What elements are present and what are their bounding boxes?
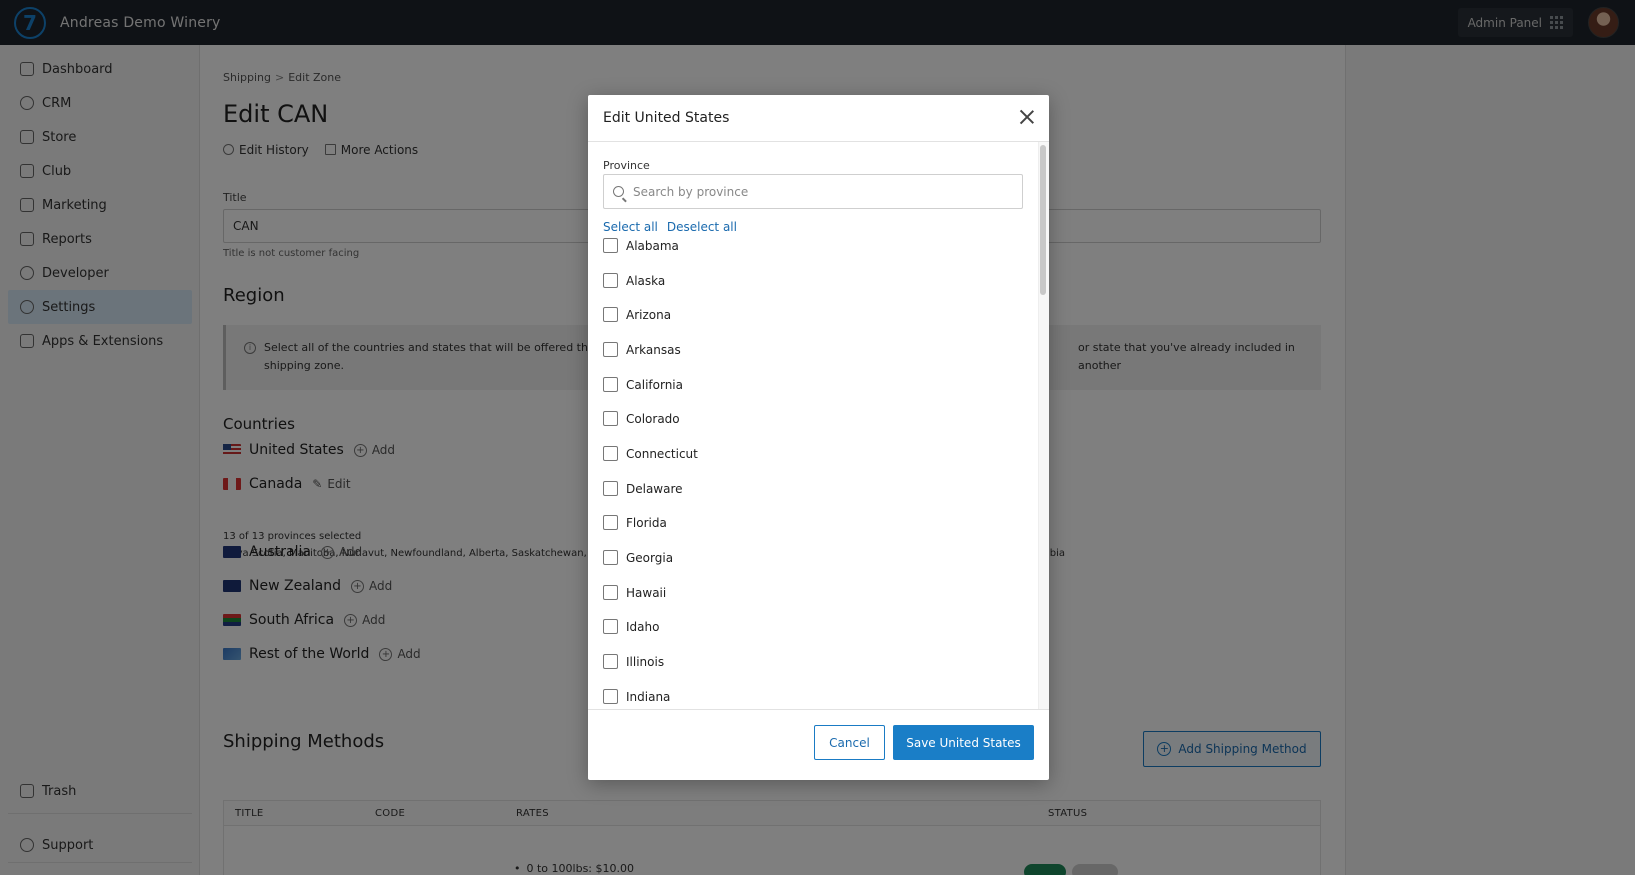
- province-label: Delaware: [626, 481, 683, 496]
- province-label: Alabama: [626, 238, 679, 253]
- checkbox[interactable]: [603, 550, 618, 565]
- checkbox[interactable]: [603, 654, 618, 669]
- edit-country-modal: Edit United States Province Select all D…: [588, 95, 1049, 780]
- modal-body: Province Select all Deselect all Alabama…: [588, 142, 1049, 709]
- cancel-button[interactable]: Cancel: [814, 725, 885, 760]
- checkbox[interactable]: [603, 689, 618, 704]
- checkbox[interactable]: [603, 585, 618, 600]
- province-label: Florida: [626, 515, 667, 530]
- province-option-illinois[interactable]: Illinois: [603, 654, 664, 669]
- province-search: [603, 174, 1023, 209]
- checkbox[interactable]: [603, 377, 618, 392]
- province-label: Georgia: [626, 550, 674, 565]
- province-label: Hawaii: [626, 585, 667, 600]
- province-label: Arkansas: [626, 342, 681, 357]
- province-option-colorado[interactable]: Colorado: [603, 411, 680, 426]
- province-option-california[interactable]: California: [603, 377, 683, 392]
- checkbox[interactable]: [603, 446, 618, 461]
- province-option-alaska[interactable]: Alaska: [603, 273, 665, 288]
- modal-title: Edit United States: [603, 110, 730, 126]
- scrollbar-thumb[interactable]: [1040, 145, 1046, 295]
- checkbox[interactable]: [603, 307, 618, 322]
- checkbox[interactable]: [603, 273, 618, 288]
- province-label: Illinois: [626, 654, 665, 669]
- province-option-delaware[interactable]: Delaware: [603, 481, 683, 496]
- checkbox[interactable]: [603, 342, 618, 357]
- province-label: Idaho: [626, 619, 660, 634]
- province-label: Colorado: [626, 411, 680, 426]
- province-label: Connecticut: [626, 446, 698, 461]
- close-icon[interactable]: [1019, 109, 1035, 125]
- save-button[interactable]: Save United States: [893, 725, 1034, 760]
- province-option-florida[interactable]: Florida: [603, 515, 667, 530]
- province-option-arkansas[interactable]: Arkansas: [603, 342, 681, 357]
- province-option-alabama[interactable]: Alabama: [603, 238, 679, 253]
- select-all-link[interactable]: Select all: [603, 220, 658, 234]
- checkbox[interactable]: [603, 238, 618, 253]
- modal-header: Edit United States: [588, 95, 1049, 142]
- province-label: Indiana: [626, 689, 671, 704]
- province-option-georgia[interactable]: Georgia: [603, 550, 673, 565]
- province-option-idaho[interactable]: Idaho: [603, 619, 659, 634]
- province-label: California: [626, 377, 683, 392]
- province-option-connecticut[interactable]: Connecticut: [603, 446, 698, 461]
- province-option-hawaii[interactable]: Hawaii: [603, 585, 666, 600]
- select-links: Select all Deselect all: [603, 220, 737, 234]
- province-label: Alaska: [626, 273, 666, 288]
- checkbox[interactable]: [603, 411, 618, 426]
- checkbox[interactable]: [603, 619, 618, 634]
- search-icon: [613, 186, 624, 197]
- province-label: Province: [603, 159, 650, 172]
- checkbox[interactable]: [603, 481, 618, 496]
- province-option-indiana[interactable]: Indiana: [603, 689, 670, 704]
- province-option-arizona[interactable]: Arizona: [603, 307, 671, 322]
- modal-footer: Cancel Save United States: [588, 709, 1049, 780]
- deselect-all-link[interactable]: Deselect all: [667, 220, 737, 234]
- checkbox[interactable]: [603, 515, 618, 530]
- province-label: Arizona: [626, 307, 672, 322]
- province-search-input[interactable]: [633, 184, 1013, 199]
